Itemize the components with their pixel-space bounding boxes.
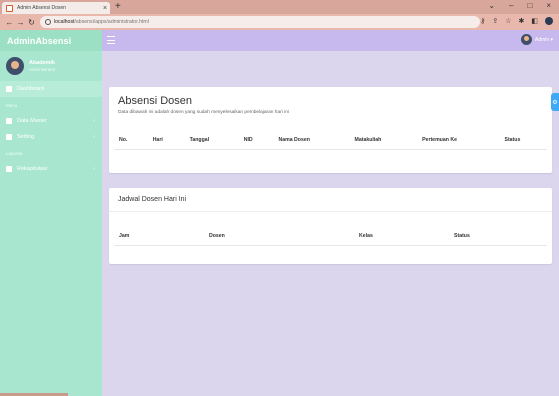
sidebar-item-data-master[interactable]: Data Master ‹ xyxy=(0,113,102,129)
url-host: localhost xyxy=(54,19,75,25)
star-icon[interactable]: ☆ xyxy=(505,17,511,25)
chevron-left-icon: ‹ xyxy=(93,134,95,140)
jadwal-title: Jadwal Dosen Hari Ini xyxy=(118,196,187,203)
user-panel: Akademik Administrator xyxy=(0,51,102,81)
new-tab-button[interactable]: + xyxy=(115,1,121,12)
sidepanel-icon[interactable]: ◧ xyxy=(531,17,538,25)
site-info-icon[interactable] xyxy=(45,19,51,25)
admin-avatar xyxy=(520,34,532,45)
maximize-button[interactable]: □ xyxy=(527,1,532,10)
col-matakuliah[interactable]: Matakuliah xyxy=(349,134,418,150)
tab-title: Admin Absensi Dosen xyxy=(17,5,66,11)
browser-toolbar: ← → ↻ localhost/absensi/apps/administrat… xyxy=(0,14,559,30)
col-nama-dosen[interactable]: Nama Dosen xyxy=(273,134,350,150)
sidebar-item-label: Data Master xyxy=(17,118,47,124)
sidebar-item-label: Rekapitulasi xyxy=(17,166,47,172)
gear-icon[interactable]: ⚙ xyxy=(551,93,559,111)
url-path: /absensi/apps/administrator.html xyxy=(74,19,149,25)
sidebar-item-dashboard[interactable]: Dashboard xyxy=(0,81,102,97)
book-icon xyxy=(6,118,12,124)
profile-avatar[interactable] xyxy=(545,17,553,25)
chevron-down-icon[interactable]: ⌄ xyxy=(488,1,495,10)
key-icon[interactable]: ⚷ xyxy=(480,17,485,25)
absensi-title: Absensi Dosen xyxy=(118,95,192,107)
col-pertemuan[interactable]: Pertemuan Ke xyxy=(417,134,500,150)
sidebar-item-rekapitulasi[interactable]: Rekapitulasi ‹ xyxy=(0,161,102,177)
jadwal-box: Jadwal Dosen Hari Ini Jam Dosen Kelas St… xyxy=(109,188,552,264)
chevron-left-icon: ‹ xyxy=(93,166,95,172)
share-icon[interactable]: ⇪ xyxy=(492,17,498,25)
sidebar-toggle-icon[interactable] xyxy=(107,36,115,44)
col-no[interactable]: No. xyxy=(114,134,148,150)
browser-icons: ⚷ ⇪ ☆ ✱ ◧ xyxy=(480,17,553,25)
avatar xyxy=(6,57,24,75)
sidebar-item-setting[interactable]: Setting ‹ xyxy=(0,129,102,145)
col-kelas[interactable]: Kelas xyxy=(354,230,449,246)
favicon-icon xyxy=(6,4,13,12)
jadwal-table: Jam Dosen Kelas Status xyxy=(114,230,547,246)
address-bar[interactable]: localhost/absensi/apps/administrator.htm… xyxy=(40,16,480,28)
col-dosen[interactable]: Dosen xyxy=(204,230,354,246)
sidebar-item-label: Setting xyxy=(17,134,35,140)
absensi-subtitle: Data dibawah ini adalah dosen yang sudah… xyxy=(118,110,289,115)
sidebar-item-label: Dashboard xyxy=(17,86,44,92)
close-window-button[interactable]: × xyxy=(546,1,551,10)
user-role: Administrator xyxy=(29,67,56,72)
cogs-icon xyxy=(6,134,12,140)
dashboard-icon xyxy=(6,86,12,92)
brand-logo[interactable]: AdminAbsensi xyxy=(0,30,102,51)
sidebar-header-menu: Menu xyxy=(6,102,18,108)
sidebar-header-laporan: Laporan xyxy=(6,150,23,156)
browser-tab[interactable]: Admin Absensi Dosen × xyxy=(2,2,110,14)
user-name: Akademik xyxy=(29,60,55,66)
window-controls: ⌄ – □ × xyxy=(488,1,551,10)
minimize-button[interactable]: – xyxy=(509,1,513,10)
col-status[interactable]: Status xyxy=(449,230,547,246)
absensi-table: No. Hari Tanggal NID Nama Dosen Matakuli… xyxy=(114,134,547,150)
col-tanggal[interactable]: Tanggal xyxy=(184,134,239,150)
admin-label: Admin ▾ xyxy=(534,36,553,43)
col-status[interactable]: Status xyxy=(499,134,547,150)
box-divider xyxy=(109,211,552,212)
forward-icon[interactable]: → xyxy=(15,18,26,27)
top-navbar: Admin ▾ xyxy=(102,30,559,51)
col-nid[interactable]: NID xyxy=(238,134,274,150)
col-jam[interactable]: Jam xyxy=(114,230,204,246)
user-info: Akademik Administrator xyxy=(29,60,56,72)
sidebar: AdminAbsensi Akademik Administrator Dash… xyxy=(0,30,102,396)
table-header-row: No. Hari Tanggal NID Nama Dosen Matakuli… xyxy=(114,134,547,150)
extensions-icon[interactable]: ✱ xyxy=(519,17,525,25)
browser-tabbar: Admin Absensi Dosen × + ⌄ – □ × xyxy=(0,0,559,14)
absensi-box: Absensi Dosen Data dibawah ini adalah do… xyxy=(109,87,552,173)
content-wrapper: Absensi Dosen Data dibawah ini adalah do… xyxy=(102,51,559,396)
chevron-left-icon: ‹ xyxy=(93,118,95,124)
reload-icon[interactable]: ↻ xyxy=(26,18,37,27)
col-hari[interactable]: Hari xyxy=(147,134,185,150)
tab-close-icon[interactable]: × xyxy=(100,5,110,12)
admin-user-menu[interactable]: Admin ▾ xyxy=(520,34,553,45)
back-icon[interactable]: ← xyxy=(4,18,15,27)
file-icon xyxy=(6,166,12,172)
table-header-row: Jam Dosen Kelas Status xyxy=(114,230,547,246)
